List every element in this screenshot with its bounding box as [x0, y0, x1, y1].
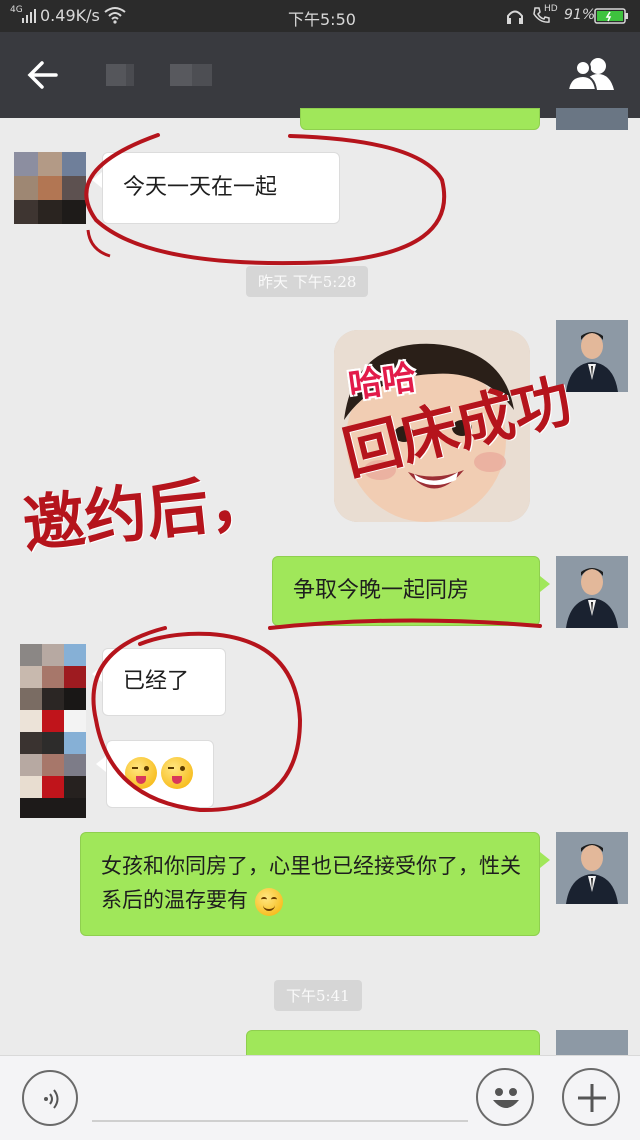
- annotation-circles: [84, 133, 542, 813]
- plus-icon: [575, 1081, 609, 1119]
- voice-icon: [36, 1084, 66, 1118]
- message-input[interactable]: [92, 1120, 468, 1122]
- smiley-icon: [484, 1076, 528, 1124]
- emoji-button[interactable]: [476, 1068, 534, 1126]
- input-bar: [0, 1055, 640, 1140]
- voice-button[interactable]: [22, 1070, 78, 1126]
- plus-button[interactable]: [562, 1068, 620, 1126]
